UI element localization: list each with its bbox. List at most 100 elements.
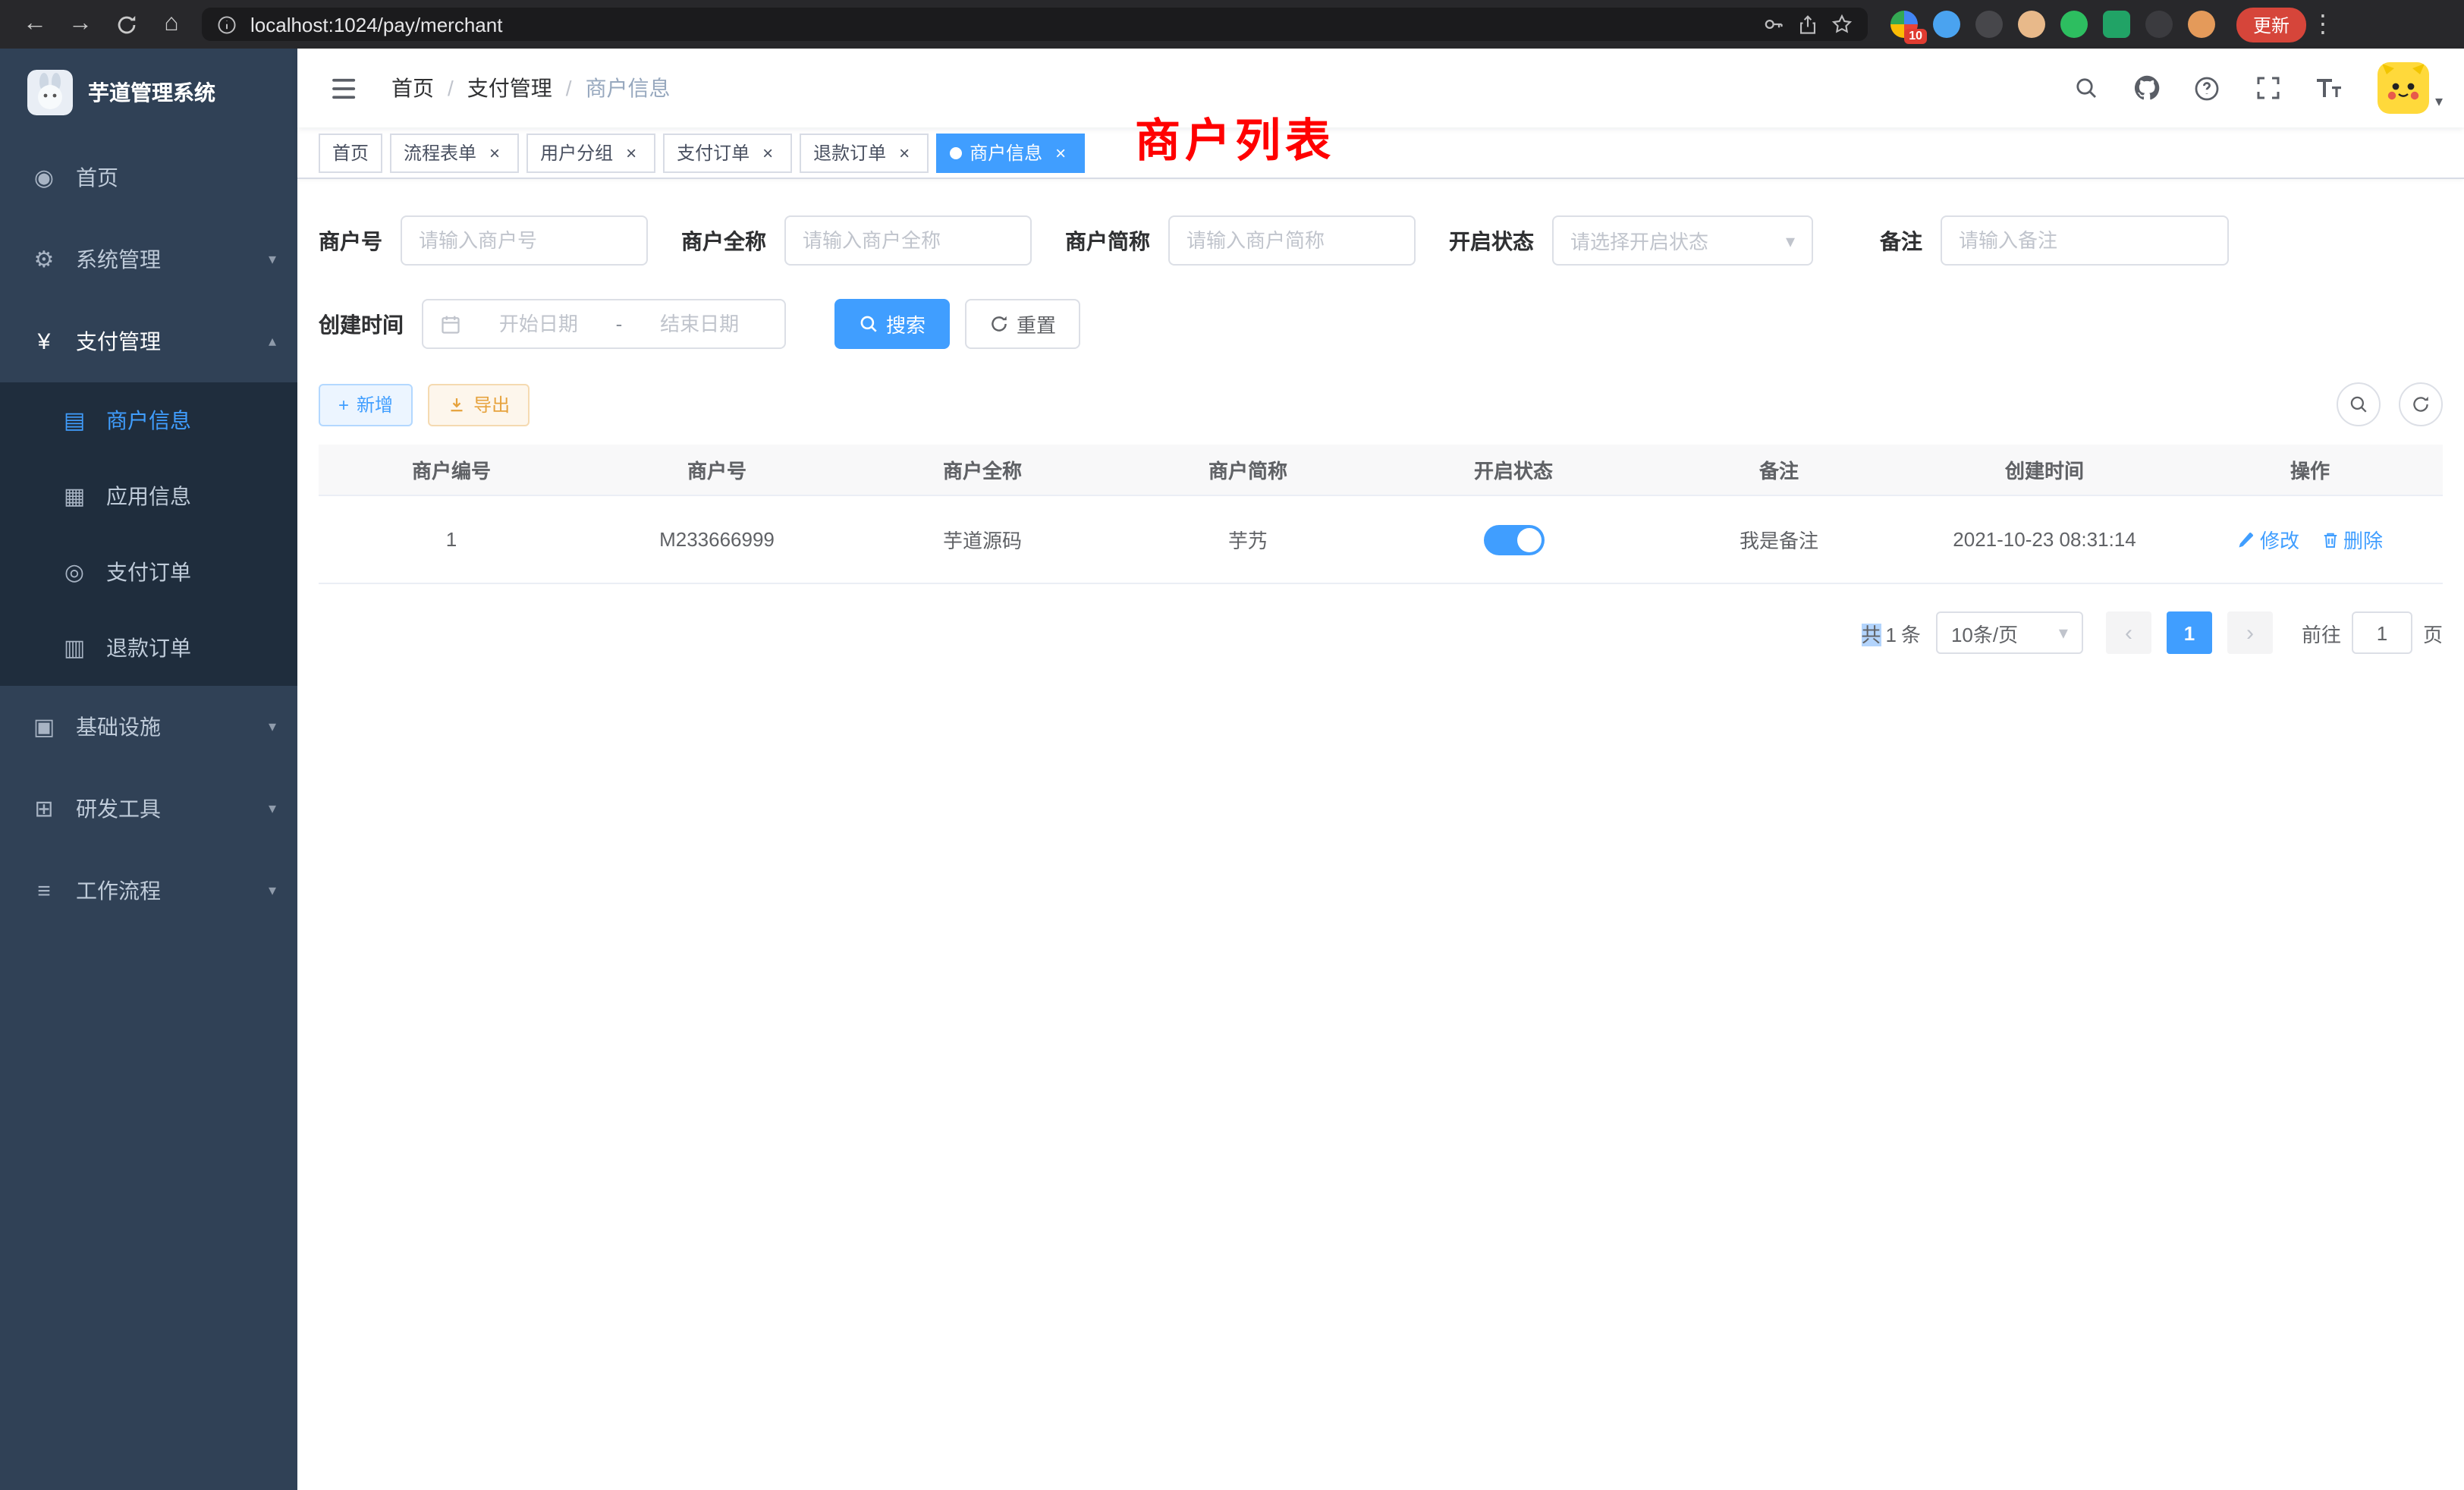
merchant-no-input[interactable] (401, 215, 648, 266)
browser-forward-icon[interactable]: → (58, 3, 103, 46)
column-header: 创建时间 (1912, 455, 2177, 484)
user-avatar[interactable] (2378, 62, 2429, 114)
browser-back-icon[interactable]: ← (12, 3, 58, 46)
remark-input-field[interactable] (1959, 229, 2211, 252)
browser-home-icon[interactable]: ⌂ (149, 3, 194, 46)
close-icon[interactable]: × (621, 142, 642, 163)
extension-green-square-icon[interactable] (2103, 11, 2130, 38)
sidebar-item-app-info[interactable]: ▦ 应用信息 (0, 458, 297, 534)
tab-label: 退款订单 (813, 140, 886, 165)
chrome-update-button[interactable]: 更新 (2236, 7, 2306, 42)
field-label: 商户简称 (1065, 225, 1150, 256)
goto-label: 前往 (2302, 618, 2341, 647)
url-text[interactable]: localhost:1024/pay/merchant (250, 13, 1749, 36)
full-name-input-field[interactable] (803, 229, 1014, 252)
address-bar[interactable]: localhost:1024/pay/merchant (202, 8, 1868, 41)
extension-drop-icon[interactable] (1933, 11, 1960, 38)
extension-avatar-icon[interactable] (2018, 11, 2045, 38)
total-prefix: 共 (1861, 623, 1881, 646)
top-navbar: 首页 / 支付管理 / 商户信息 (297, 49, 2464, 127)
edit-link[interactable]: 修改 (2237, 525, 2299, 554)
sidebar-item-refund-order[interactable]: ▥ 退款订单 (0, 610, 297, 686)
breadcrumb-item[interactable]: 支付管理 (467, 73, 552, 103)
remark-input[interactable] (1941, 215, 2229, 266)
short-name-input-field[interactable] (1186, 229, 1397, 252)
sidebar-item-infra[interactable]: ▣ 基础设施 ▾ (0, 686, 297, 768)
export-button[interactable]: 导出 (428, 383, 530, 426)
tab-label: 支付订单 (677, 140, 750, 165)
search-icon[interactable] (2062, 64, 2110, 112)
delete-link[interactable]: 删除 (2321, 525, 2383, 554)
tab-pay-order[interactable]: 支付订单 × (663, 133, 792, 172)
close-icon[interactable]: × (1050, 142, 1071, 163)
chevron-down-icon: ▾ (269, 251, 276, 268)
user-menu[interactable]: ▾ (2378, 62, 2443, 114)
sidebar-item-system[interactable]: ⚙ 系统管理 ▾ (0, 218, 297, 300)
sidebar-item-home[interactable]: ◉ 首页 (0, 137, 297, 218)
close-icon[interactable]: × (757, 142, 778, 163)
hamburger-icon[interactable] (319, 62, 370, 114)
profile-avatar-icon[interactable] (2188, 11, 2215, 38)
help-icon[interactable] (2183, 64, 2232, 112)
toggle-search-icon[interactable] (2337, 382, 2381, 426)
page-size-select[interactable]: 10条/页 ▾ (1936, 611, 2083, 654)
tab-refund-order[interactable]: 退款订单 × (800, 133, 929, 172)
next-page-button[interactable]: › (2227, 611, 2273, 654)
cell-merchant-id: 1 (319, 528, 584, 551)
date-range-picker[interactable]: - (422, 299, 786, 349)
fullscreen-icon[interactable] (2244, 64, 2293, 112)
merchant-no-input-field[interactable] (419, 229, 630, 252)
end-date-input[interactable] (631, 313, 768, 335)
browser-reload-icon[interactable] (103, 3, 149, 46)
share-icon[interactable] (1798, 14, 1818, 34)
tab-process-form[interactable]: 流程表单 × (390, 133, 519, 172)
bookmark-star-icon[interactable] (1831, 14, 1853, 35)
password-key-icon[interactable] (1763, 14, 1784, 35)
app-logo[interactable]: 芋道管理系统 (0, 49, 297, 137)
tab-merchant-info[interactable]: 商户信息 × (936, 133, 1085, 172)
page-unit-label: 页 (2423, 618, 2443, 647)
start-date-input[interactable] (470, 313, 607, 335)
reset-button[interactable]: 重置 (965, 299, 1080, 349)
field-label: 商户号 (319, 225, 382, 256)
workflow-icon: ≡ (30, 878, 58, 904)
full-name-input[interactable] (784, 215, 1032, 266)
search-button[interactable]: 搜索 (834, 299, 950, 349)
sidebar-item-workflow[interactable]: ≡ 工作流程 ▾ (0, 850, 297, 932)
tab-label: 商户信息 (970, 140, 1042, 165)
close-icon[interactable]: × (484, 142, 505, 163)
sidebar-item-merchant-info[interactable]: ▤ 商户信息 (0, 382, 297, 458)
extension-green-circle-icon[interactable] (2060, 11, 2088, 38)
browser-menu-icon[interactable]: ⋮ (2306, 3, 2340, 46)
extensions-puzzle-icon[interactable]: 10 (1890, 11, 1918, 38)
pagination-total: 共1条 (1861, 618, 1921, 647)
tab-home[interactable]: 首页 (319, 133, 382, 172)
site-info-icon[interactable] (217, 14, 237, 34)
table-toolbar: + 新增 导出 (319, 382, 2443, 426)
prev-page-button[interactable]: ‹ (2106, 611, 2151, 654)
font-size-icon[interactable] (2305, 64, 2353, 112)
sidebar-item-pay-order[interactable]: ◎ 支付订单 (0, 534, 297, 610)
extension-pin-icon[interactable] (2145, 11, 2173, 38)
cell-status (1381, 524, 1646, 555)
status-toggle[interactable] (1483, 524, 1544, 555)
breadcrumb-item[interactable]: 首页 (391, 73, 434, 103)
breadcrumb-separator: / (448, 76, 454, 100)
tab-label: 用户分组 (540, 140, 613, 165)
extension-dark-circle-icon[interactable] (1975, 11, 2003, 38)
goto-page-input[interactable] (2352, 611, 2412, 654)
refresh-icon[interactable] (2399, 382, 2443, 426)
github-icon[interactable] (2123, 64, 2171, 112)
status-select[interactable]: 请选择开启状态 ▾ (1552, 215, 1813, 266)
column-header: 商户号 (584, 455, 850, 484)
close-icon[interactable]: × (894, 142, 915, 163)
page-content: 商户号 商户全称 商户简称 (297, 179, 2464, 1490)
calendar-icon (440, 313, 461, 335)
sidebar-item-devtools[interactable]: ⊞ 研发工具 ▾ (0, 768, 297, 850)
tab-user-group[interactable]: 用户分组 × (526, 133, 655, 172)
page-number-button[interactable]: 1 (2167, 611, 2212, 654)
short-name-input[interactable] (1168, 215, 1416, 266)
add-button[interactable]: + 新增 (319, 383, 413, 426)
filter-merchant-no: 商户号 (319, 215, 648, 266)
sidebar-item-pay[interactable]: ¥ 支付管理 ▴ (0, 300, 297, 382)
